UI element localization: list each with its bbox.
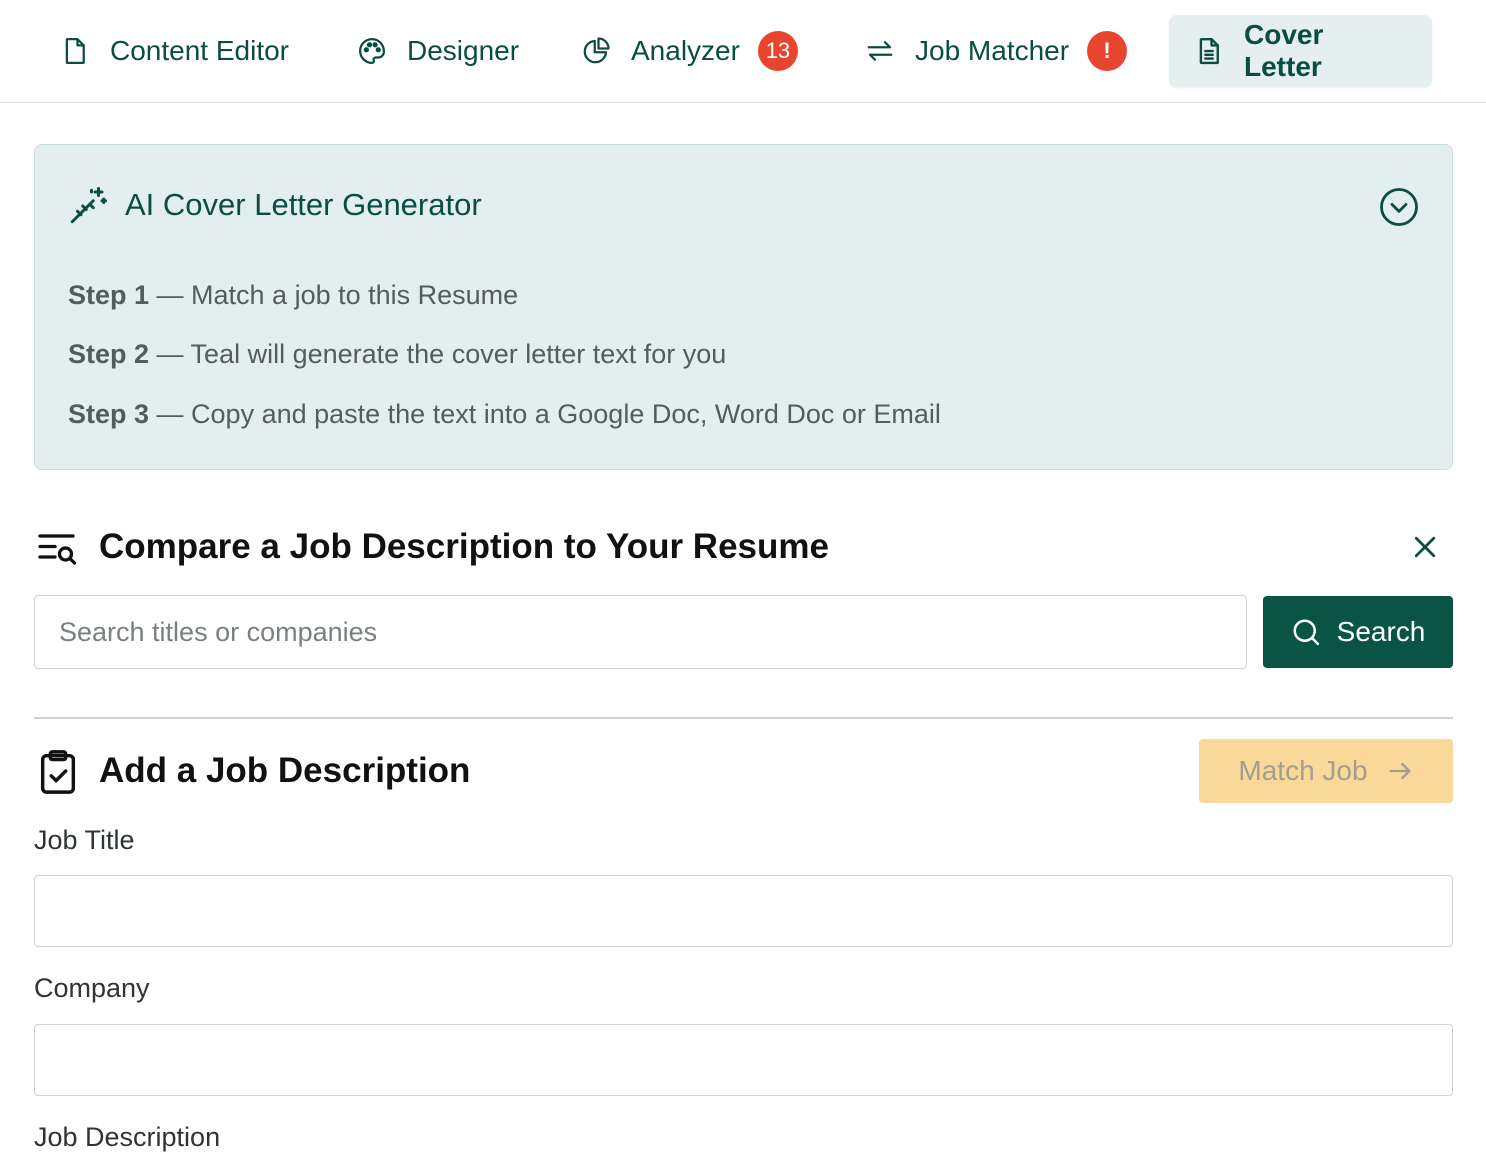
tab-label: Analyzer [631,35,740,66]
search-icon [1293,619,1319,646]
search-input[interactable] [34,595,1247,669]
generator-title: AI Cover Letter Generator [125,187,482,222]
pie-chart-icon [581,36,611,66]
step-1: Step 1 — Match a job to this Resume [68,280,519,310]
clipboard-check-icon [38,749,78,795]
analyzer-count-badge: 13 [757,31,798,71]
tab-analyzer[interactable]: Analyzer 13 [581,15,798,87]
match-job-button[interactable]: Match Job [1199,739,1453,803]
tab-content-editor[interactable]: Content Editor [60,15,289,87]
job-title-label: Job Title [34,825,135,855]
tab-label: Content Editor [110,35,289,66]
palette-icon [357,36,387,66]
job-description-label: Job Description [34,1122,221,1152]
magic-wand-icon [67,185,109,227]
search-list-icon [37,530,79,566]
compare-title: Compare a Job Description to Your Resume [99,527,829,566]
job-title-field[interactable] [34,875,1453,947]
document-icon [60,36,90,66]
ai-cover-letter-card: AI Cover Letter Generator Step 1 — Match… [34,144,1453,470]
collapse-chevron-icon[interactable] [1378,186,1420,228]
tab-job-matcher[interactable]: Job Matcher ! [865,15,1128,87]
step-2: Step 2 — Teal will generate the cover le… [68,339,727,369]
step-3: Step 3 — Copy and paste the text into a … [68,399,941,429]
add-job-title: Add a Job Description [99,751,471,790]
section-divider [34,717,1453,719]
company-label: Company [34,973,150,1003]
tab-designer[interactable]: Designer [357,15,519,87]
search-button[interactable]: Search [1263,596,1453,668]
search-button-label: Search [1336,616,1426,647]
tab-label: Designer [407,35,520,66]
swap-arrows-icon [865,36,895,66]
arrow-right-icon [1389,762,1411,780]
tab-label: Job Matcher [915,35,1070,66]
company-field[interactable] [34,1024,1453,1096]
document-lines-icon [1194,36,1224,66]
tab-bar: Content Editor Designer Analyzer 13 Job … [0,0,1486,103]
match-job-label: Match Job [1238,755,1368,786]
tab-cover-letter[interactable]: Cover Letter [1169,15,1432,87]
tab-label: Cover Letter [1244,19,1324,82]
close-icon[interactable] [1410,532,1440,562]
job-matcher-alert-badge: ! [1087,31,1128,71]
